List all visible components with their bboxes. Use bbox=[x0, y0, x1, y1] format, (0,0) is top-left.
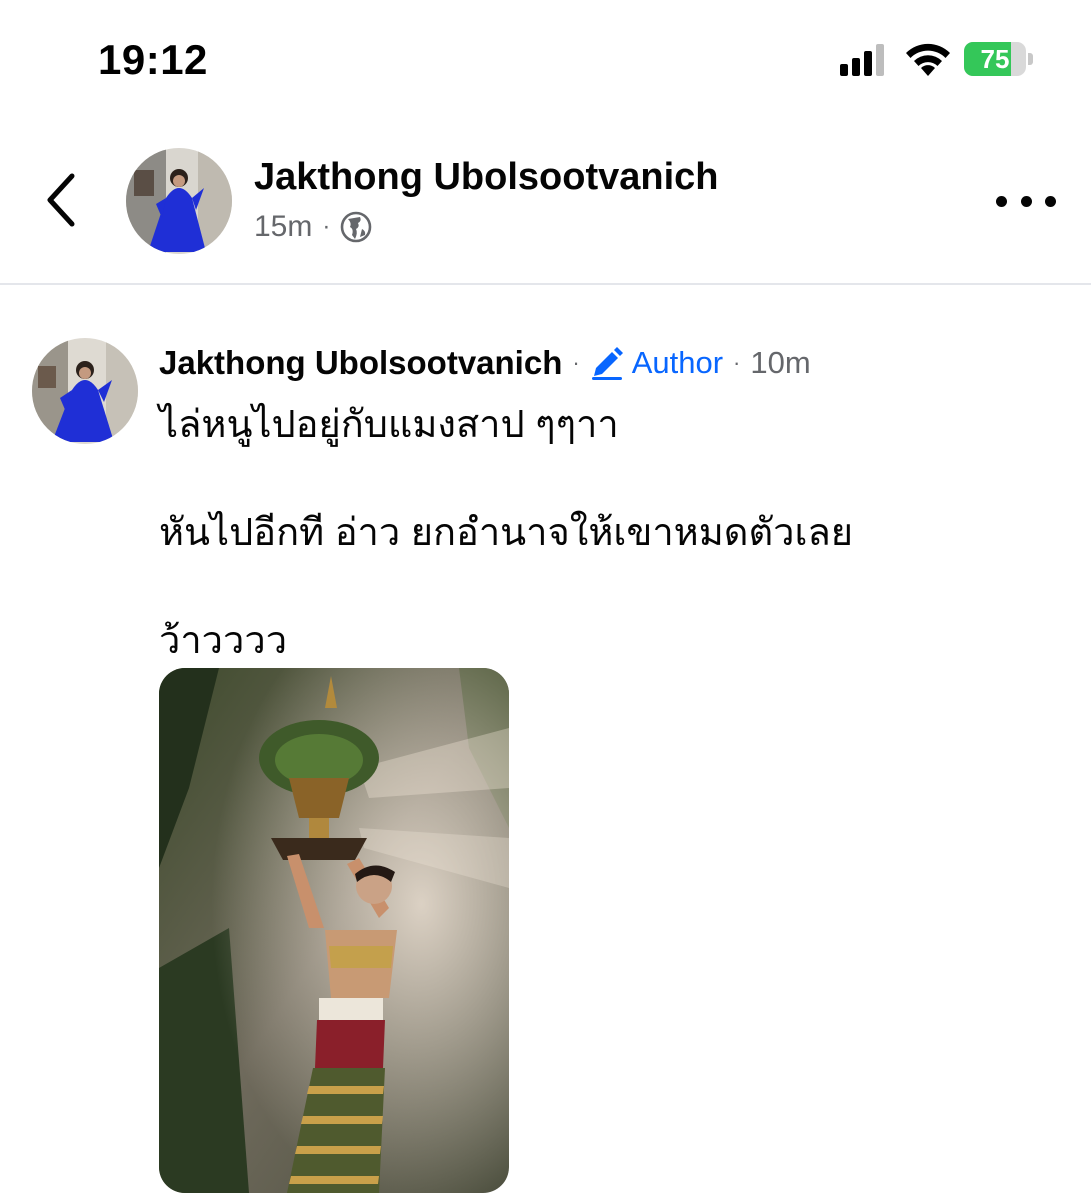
back-button[interactable] bbox=[30, 165, 90, 235]
comment-paragraph: หันไปอีกที อ่าว ยกอำนาจให้เขาหมดตัวเลย bbox=[159, 512, 854, 554]
globe-icon[interactable] bbox=[340, 211, 372, 243]
status-time: 19:12 bbox=[98, 36, 208, 83]
wifi-icon bbox=[902, 40, 954, 78]
comment-paragraph: ไล่หนูไปอยู่กับแมงสาป ๆๆาา bbox=[159, 404, 619, 446]
more-options-button[interactable] bbox=[996, 188, 1056, 214]
post-meta: 15m · bbox=[254, 210, 372, 244]
battery-charging-icon: 75 bbox=[964, 42, 1034, 76]
post-header: Jakthong Ubolsootvanich 15m · bbox=[0, 110, 1091, 285]
comment-author-name[interactable]: Jakthong Ubolsootvanich bbox=[159, 344, 562, 382]
battery-level: 75 bbox=[980, 44, 1010, 74]
post-author-name[interactable]: Jakthong Ubolsootvanich bbox=[254, 156, 718, 199]
avatar[interactable] bbox=[126, 148, 232, 254]
comment-text: ไล่หนูไปอยู่กับแมงสาป ๆๆาา หันไปอีกที อ่… bbox=[159, 398, 1039, 668]
author-badge-label: Author bbox=[631, 345, 724, 380]
status-bar: 19:12 75 bbox=[0, 0, 1091, 110]
comment-header: Jakthong Ubolsootvanich · Author · 10m bbox=[159, 344, 811, 382]
author-badge: Author bbox=[590, 345, 723, 381]
comment-time: 10m bbox=[750, 345, 811, 380]
more-horizontal-icon bbox=[996, 195, 1007, 207]
cellular-signal-icon bbox=[840, 44, 888, 76]
comment-paragraph: ว้าวววว bbox=[159, 620, 288, 662]
pencil-icon bbox=[591, 347, 623, 380]
post-time: 15m bbox=[254, 210, 313, 243]
comment-photo[interactable] bbox=[159, 668, 509, 1193]
comment-avatar[interactable] bbox=[32, 338, 138, 444]
chevron-left-icon bbox=[47, 173, 75, 227]
